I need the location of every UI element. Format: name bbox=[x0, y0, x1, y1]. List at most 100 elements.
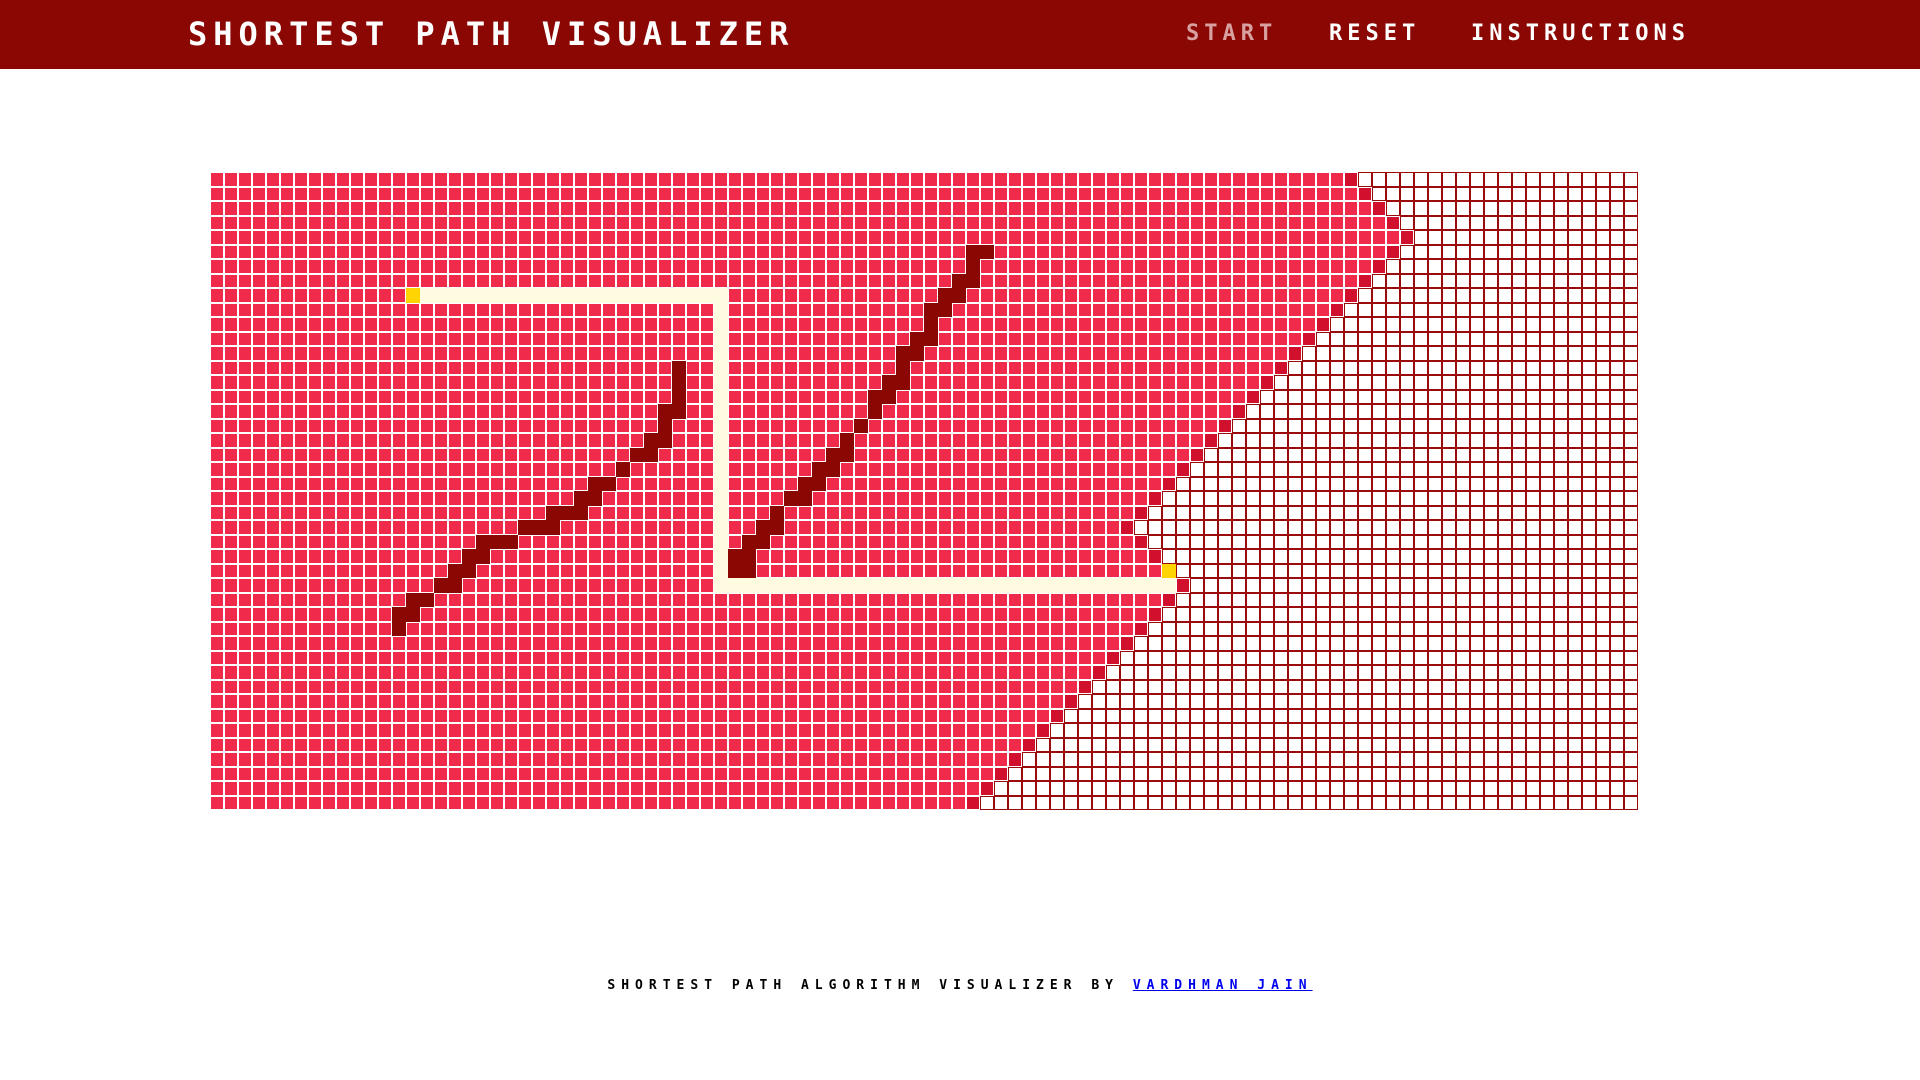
grid-cell[interactable] bbox=[1386, 447, 1400, 462]
grid-cell[interactable] bbox=[1568, 288, 1582, 303]
grid-cell[interactable] bbox=[1540, 273, 1554, 288]
visited-cell[interactable] bbox=[322, 317, 336, 332]
visited-cell[interactable] bbox=[672, 607, 686, 622]
visited-cell[interactable] bbox=[686, 404, 700, 419]
grid-cell[interactable] bbox=[1596, 447, 1610, 462]
grid-cell[interactable] bbox=[1358, 389, 1372, 404]
visited-cell[interactable] bbox=[280, 636, 294, 651]
grid-cell[interactable] bbox=[1456, 723, 1470, 738]
visited-cell[interactable] bbox=[210, 534, 224, 549]
visited-cell[interactable] bbox=[700, 346, 714, 361]
visited-cell[interactable] bbox=[518, 723, 532, 738]
visited-cell[interactable] bbox=[434, 201, 448, 216]
grid-cell[interactable] bbox=[1526, 230, 1540, 245]
visited-cell[interactable] bbox=[672, 244, 686, 259]
visited-cell[interactable] bbox=[238, 636, 252, 651]
visited-cell[interactable] bbox=[266, 534, 280, 549]
grid-cell[interactable] bbox=[1162, 737, 1176, 752]
grid-cell[interactable] bbox=[1456, 621, 1470, 636]
wall-cell[interactable] bbox=[966, 273, 980, 288]
grid-cell[interactable] bbox=[1512, 607, 1526, 622]
visited-cell[interactable] bbox=[700, 259, 714, 274]
visited-cell[interactable] bbox=[574, 302, 588, 317]
visited-cell[interactable] bbox=[560, 476, 574, 491]
visited-cell[interactable] bbox=[574, 172, 588, 187]
grid-cell[interactable] bbox=[1470, 418, 1484, 433]
grid-cell[interactable] bbox=[1484, 708, 1498, 723]
grid-cell[interactable] bbox=[1582, 389, 1596, 404]
visited-cell[interactable] bbox=[574, 737, 588, 752]
grid-cell[interactable] bbox=[1456, 476, 1470, 491]
visited-cell[interactable] bbox=[406, 230, 420, 245]
grid-cell[interactable] bbox=[1106, 781, 1120, 796]
visited-cell[interactable] bbox=[238, 708, 252, 723]
visited-cell[interactable] bbox=[966, 360, 980, 375]
path-cell[interactable] bbox=[924, 578, 938, 593]
grid-cell[interactable] bbox=[1064, 781, 1078, 796]
path-cell[interactable] bbox=[574, 288, 588, 303]
visited-cell[interactable] bbox=[210, 375, 224, 390]
grid-cell[interactable] bbox=[1316, 679, 1330, 694]
visited-cell[interactable] bbox=[322, 665, 336, 680]
visited-cell[interactable] bbox=[406, 476, 420, 491]
grid-cell[interactable] bbox=[1232, 636, 1246, 651]
grid-cell[interactable] bbox=[1484, 752, 1498, 767]
visited-cell[interactable] bbox=[882, 172, 896, 187]
visited-cell[interactable] bbox=[630, 259, 644, 274]
visited-cell[interactable] bbox=[742, 462, 756, 477]
visited-cell[interactable] bbox=[602, 665, 616, 680]
grid-cell[interactable] bbox=[1162, 795, 1176, 810]
visited-cell[interactable] bbox=[210, 505, 224, 520]
visited-cell[interactable] bbox=[224, 563, 238, 578]
visited-cell[interactable] bbox=[868, 447, 882, 462]
visited-cell[interactable] bbox=[938, 795, 952, 810]
visited-cell[interactable] bbox=[826, 186, 840, 201]
grid-cell[interactable] bbox=[1414, 201, 1428, 216]
visited-cell[interactable] bbox=[742, 491, 756, 506]
grid-cell[interactable] bbox=[1428, 331, 1442, 346]
visited-cell[interactable] bbox=[1106, 636, 1120, 651]
grid-cell[interactable] bbox=[1386, 621, 1400, 636]
visited-cell[interactable] bbox=[812, 389, 826, 404]
visited-cell[interactable] bbox=[392, 723, 406, 738]
visited-cell[interactable] bbox=[882, 679, 896, 694]
path-cell[interactable] bbox=[714, 563, 728, 578]
visited-cell[interactable] bbox=[1064, 375, 1078, 390]
visited-cell[interactable] bbox=[448, 215, 462, 230]
path-cell[interactable] bbox=[686, 288, 700, 303]
grid-cell[interactable] bbox=[1246, 563, 1260, 578]
visited-cell[interactable] bbox=[504, 621, 518, 636]
visited-cell[interactable] bbox=[616, 563, 630, 578]
visited-cell[interactable] bbox=[658, 607, 672, 622]
grid-cell[interactable] bbox=[1624, 288, 1638, 303]
grid-cell[interactable] bbox=[1190, 578, 1204, 593]
grid-cell[interactable] bbox=[1582, 462, 1596, 477]
grid-cell[interactable] bbox=[1512, 505, 1526, 520]
visited-cell[interactable] bbox=[672, 781, 686, 796]
grid-cell[interactable] bbox=[1470, 331, 1484, 346]
visited-cell[interactable] bbox=[770, 563, 784, 578]
visited-cell[interactable] bbox=[672, 621, 686, 636]
visited-cell[interactable] bbox=[1218, 389, 1232, 404]
visited-cell[interactable] bbox=[322, 201, 336, 216]
visited-cell[interactable] bbox=[574, 244, 588, 259]
grid-cell[interactable] bbox=[1260, 563, 1274, 578]
visited-cell[interactable] bbox=[630, 462, 644, 477]
visited-cell[interactable] bbox=[1190, 259, 1204, 274]
grid-cell[interactable] bbox=[1386, 679, 1400, 694]
visited-cell[interactable] bbox=[364, 694, 378, 709]
frontier-cell[interactable] bbox=[1302, 331, 1316, 346]
visited-cell[interactable] bbox=[1120, 563, 1134, 578]
visited-cell[interactable] bbox=[1078, 186, 1092, 201]
visited-cell[interactable] bbox=[378, 317, 392, 332]
grid-cell[interactable] bbox=[1484, 346, 1498, 361]
visited-cell[interactable] bbox=[532, 186, 546, 201]
grid-cell[interactable] bbox=[1036, 795, 1050, 810]
grid-cell[interactable] bbox=[1134, 694, 1148, 709]
visited-cell[interactable] bbox=[266, 360, 280, 375]
visited-cell[interactable] bbox=[1092, 520, 1106, 535]
visited-cell[interactable] bbox=[308, 708, 322, 723]
grid-cell[interactable] bbox=[1498, 476, 1512, 491]
visited-cell[interactable] bbox=[1162, 215, 1176, 230]
visited-cell[interactable] bbox=[210, 737, 224, 752]
